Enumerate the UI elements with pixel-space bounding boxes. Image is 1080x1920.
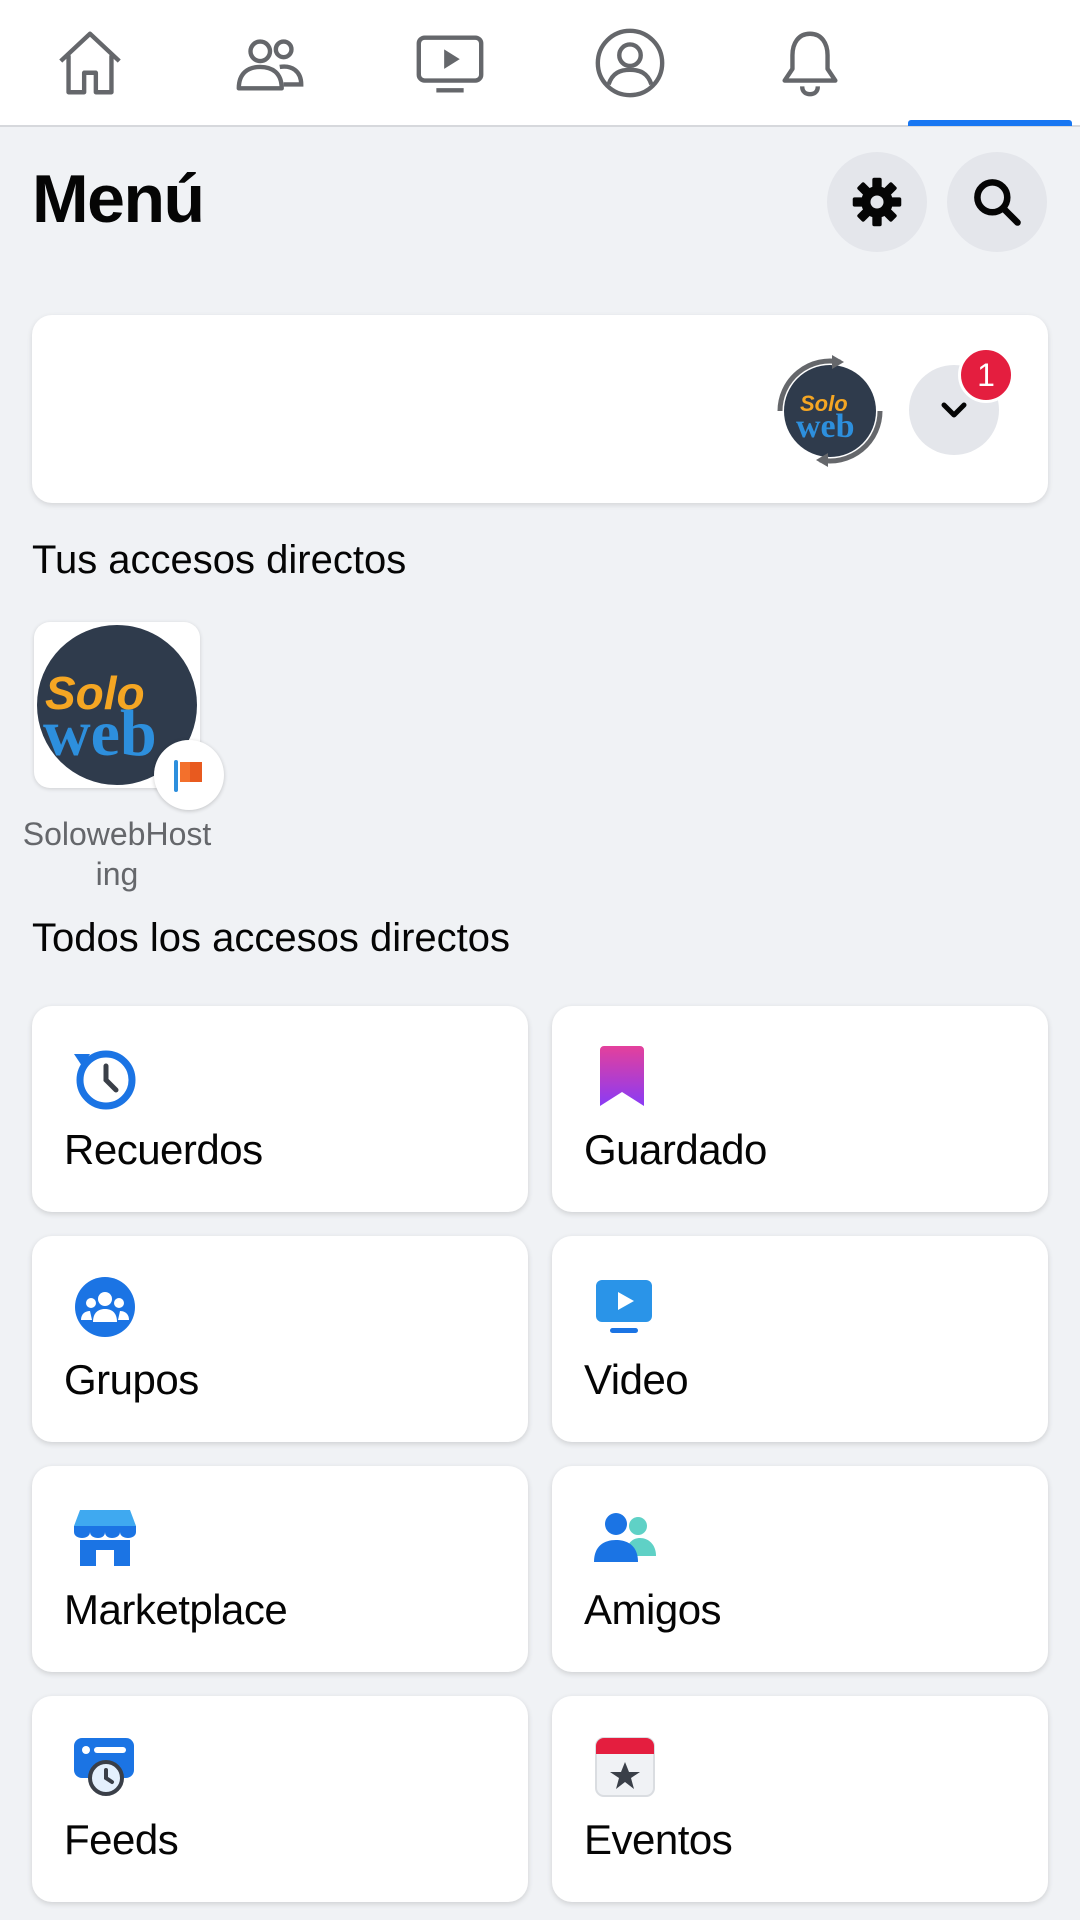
shortcut-card-saved[interactable]: Guardado (552, 1006, 1048, 1212)
bell-icon (782, 31, 838, 96)
tab-notifications[interactable] (720, 0, 900, 125)
gear-icon (852, 177, 902, 227)
shortcut-thumbnail: Solo web (34, 622, 224, 810)
shortcuts-heading: Tus accesos directos (32, 538, 407, 582)
shortcut-card-video[interactable]: Video (552, 1236, 1048, 1442)
friends-icon (236, 38, 304, 91)
card-label: Video (584, 1356, 689, 1403)
bookmark-icon (600, 1046, 644, 1106)
page-title: Menú (32, 161, 205, 237)
card-label: Recuerdos (64, 1126, 263, 1173)
friends-icon (594, 1513, 656, 1562)
card-label: Guardado (584, 1126, 767, 1173)
active-tab-indicator (908, 120, 1072, 126)
video-tv-icon (596, 1280, 652, 1333)
groups-icon (75, 1277, 135, 1337)
flag-icon (174, 760, 202, 792)
video-icon (416, 34, 484, 92)
top-navigation (0, 0, 1080, 127)
search-button[interactable] (947, 152, 1047, 252)
tab-video[interactable] (360, 0, 540, 125)
feeds-icon (74, 1738, 134, 1796)
search-icon (974, 179, 1021, 226)
page-flag-badge (154, 740, 224, 810)
settings-button[interactable] (827, 152, 927, 252)
all-shortcuts-heading: Todos los accesos directos (32, 916, 511, 960)
home-icon (59, 31, 121, 94)
card-label: Amigos (584, 1586, 722, 1633)
shortcut-label: SolowebHosting (22, 816, 212, 892)
shortcut-card-marketplace[interactable]: Marketplace (32, 1466, 528, 1672)
profile-avatar[interactable]: Solo web (770, 351, 890, 471)
card-label: Feeds (64, 1816, 179, 1863)
notification-badge: 1 (958, 347, 1014, 403)
shortcut-card-events[interactable]: Eventos (552, 1696, 1048, 1902)
profile-icon (595, 28, 665, 97)
card-label: Marketplace (64, 1586, 288, 1633)
calendar-icon (595, 1737, 655, 1797)
card-label: Grupos (64, 1356, 199, 1403)
tab-profile[interactable] (540, 0, 720, 125)
tab-friends[interactable] (180, 0, 360, 125)
tab-home[interactable] (0, 0, 180, 125)
tab-menu[interactable] (900, 0, 1080, 125)
shortcut-card-memories[interactable]: Recuerdos (32, 1006, 528, 1212)
svg-text:web: web (796, 408, 855, 445)
memories-icon (74, 1050, 136, 1110)
svg-text:web: web (43, 697, 157, 770)
profile-card[interactable]: Solo web 1 (32, 315, 1048, 503)
shortcut-card-groups[interactable]: Grupos (32, 1236, 528, 1442)
shortcut-card-friends[interactable]: Amigos (552, 1466, 1048, 1672)
card-label: Eventos (584, 1816, 733, 1863)
store-icon (74, 1510, 136, 1566)
shortcut-card-feeds[interactable]: Feeds (32, 1696, 528, 1902)
